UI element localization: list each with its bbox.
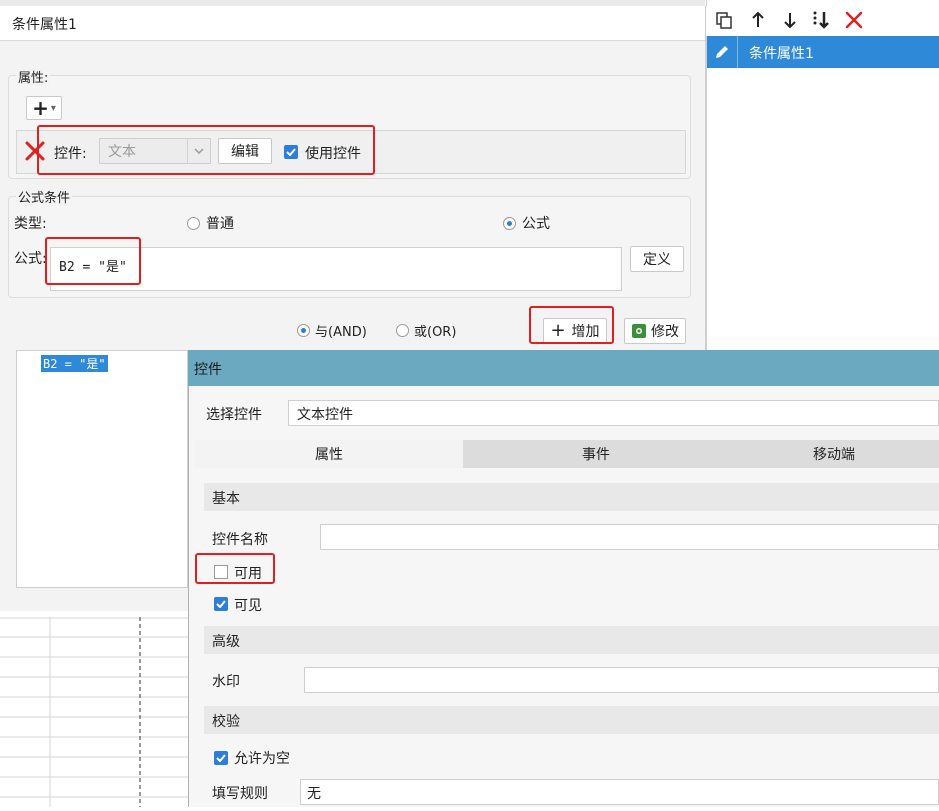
highlight-box [37, 125, 375, 175]
allow-empty-label: 允许为空 [234, 751, 290, 767]
control-name-label: 控件名称 [212, 532, 268, 548]
highlight-box [529, 306, 614, 344]
allow-empty-checkbox[interactable] [214, 751, 228, 765]
type-normal-radio[interactable] [187, 217, 200, 230]
modify-label: 修改 [651, 324, 679, 340]
control-dialog-title: 控件 [194, 362, 222, 378]
type-formula-radio[interactable] [503, 217, 516, 230]
rule-label: 填写规则 [212, 786, 268, 802]
tab-properties-label: 属性 [315, 447, 343, 463]
pencil-icon [707, 36, 738, 68]
formula-legend: 公式条件 [16, 187, 73, 206]
add-attribute-button[interactable]: + ▾ [26, 96, 62, 120]
advanced-section-title: 高级 [212, 634, 240, 650]
tab-mobile[interactable]: 移动端 [729, 440, 939, 468]
formula-label: 公式: [14, 251, 47, 267]
plus-icon: + [32, 96, 49, 120]
watermark-input[interactable] [304, 667, 939, 693]
gear-icon [631, 323, 647, 339]
tab-mobile-label: 移动端 [813, 447, 855, 463]
delete-icon[interactable] [844, 10, 864, 30]
rule-select[interactable]: 无 [300, 779, 939, 805]
type-label: 类型: [14, 216, 47, 232]
condition-list[interactable]: B2 = "是" [16, 350, 188, 588]
select-control-input[interactable]: 文本控件 [288, 400, 939, 426]
validation-section-header: 校验 [204, 706, 939, 734]
highlight-box [195, 553, 275, 584]
arrow-up-icon[interactable] [748, 10, 768, 30]
condition-item[interactable]: B2 = "是" [41, 355, 108, 372]
select-control-label: 选择控件 [206, 407, 262, 423]
modify-button[interactable]: 修改 [624, 318, 686, 344]
select-control-value: 文本控件 [297, 407, 353, 423]
sheet-grid[interactable] [0, 617, 188, 807]
advanced-section-header: 高级 [204, 626, 939, 654]
type-normal-label: 普通 [206, 216, 234, 232]
and-radio[interactable] [297, 324, 310, 337]
or-radio[interactable] [396, 324, 409, 337]
arrow-down-icon[interactable] [780, 10, 800, 30]
tab-events-label: 事件 [582, 447, 610, 463]
control-dialog-titlebar[interactable]: 控件 [188, 350, 939, 386]
move-to-bottom-icon[interactable] [810, 10, 832, 30]
right-toolbar [706, 6, 939, 36]
type-formula-label: 公式 [522, 216, 550, 232]
dialog-title: 条件属性1 [12, 17, 77, 33]
visible-checkbox[interactable] [214, 597, 228, 611]
condition-property-item[interactable]: 条件属性1 [707, 36, 939, 68]
condition-property-label: 条件属性1 [749, 46, 814, 62]
or-label: 或(OR) [414, 325, 457, 340]
rule-value: 无 [307, 786, 321, 802]
watermark-label: 水印 [212, 674, 240, 690]
visible-label: 可见 [234, 598, 262, 614]
copy-icon[interactable] [714, 10, 734, 30]
basic-section-title: 基本 [212, 491, 240, 507]
and-label: 与(AND) [315, 325, 367, 340]
basic-section-header: 基本 [204, 483, 939, 511]
attributes-legend: 属性: [16, 67, 51, 86]
control-name-input[interactable] [320, 524, 939, 550]
define-button[interactable]: 定义 [630, 246, 684, 272]
tab-properties[interactable]: 属性 [195, 440, 463, 468]
chevron-down-icon: ▾ [50, 102, 56, 114]
validation-section-title: 校验 [212, 714, 240, 730]
highlight-box [45, 237, 141, 285]
tab-events[interactable]: 事件 [463, 440, 729, 468]
